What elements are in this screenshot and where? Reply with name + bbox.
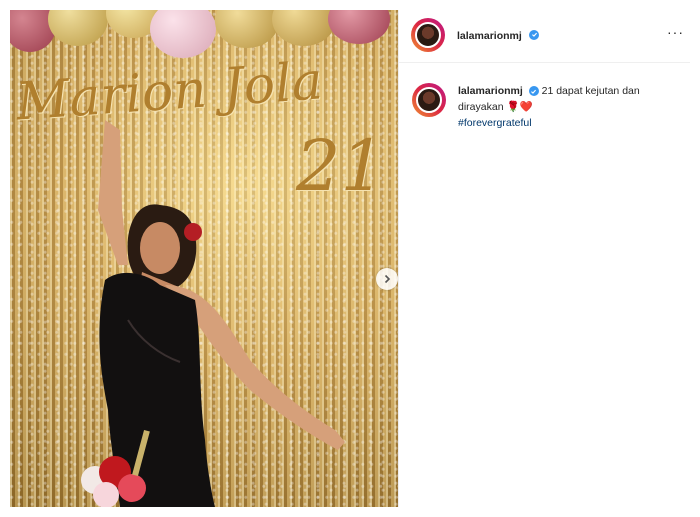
instagram-post-frame: Marion Jola 21 lalamarionmj ··· lalamari… xyxy=(0,0,700,517)
header-divider xyxy=(399,62,690,63)
caption-username[interactable]: lalamarionmj xyxy=(458,85,523,97)
avatar-image xyxy=(415,22,441,48)
caption: lalamarionmj 21 dapat kejutan dan diraya… xyxy=(412,83,692,131)
verified-badge-icon xyxy=(528,86,539,97)
header-username[interactable]: lalamarionmj xyxy=(457,30,522,42)
next-photo-button[interactable] xyxy=(376,268,398,290)
caption-text-block: lalamarionmj 21 dapat kejutan dan diraya… xyxy=(458,83,688,131)
person-silhouette xyxy=(81,120,345,507)
post-photo[interactable]: Marion Jola 21 xyxy=(10,10,398,507)
avatar-image xyxy=(416,87,442,113)
avatar[interactable] xyxy=(411,18,445,52)
post-header: lalamarionmj ··· xyxy=(399,10,690,60)
panel-divider xyxy=(398,10,399,507)
verified-badge-icon xyxy=(529,29,540,40)
hashtag-link[interactable]: #forevergrateful xyxy=(458,115,688,131)
chevron-right-icon xyxy=(384,274,391,284)
caption-avatar[interactable] xyxy=(412,83,446,117)
caption-emoji: 🌹❤️ xyxy=(506,101,533,113)
more-options-button[interactable]: ··· xyxy=(667,24,684,40)
